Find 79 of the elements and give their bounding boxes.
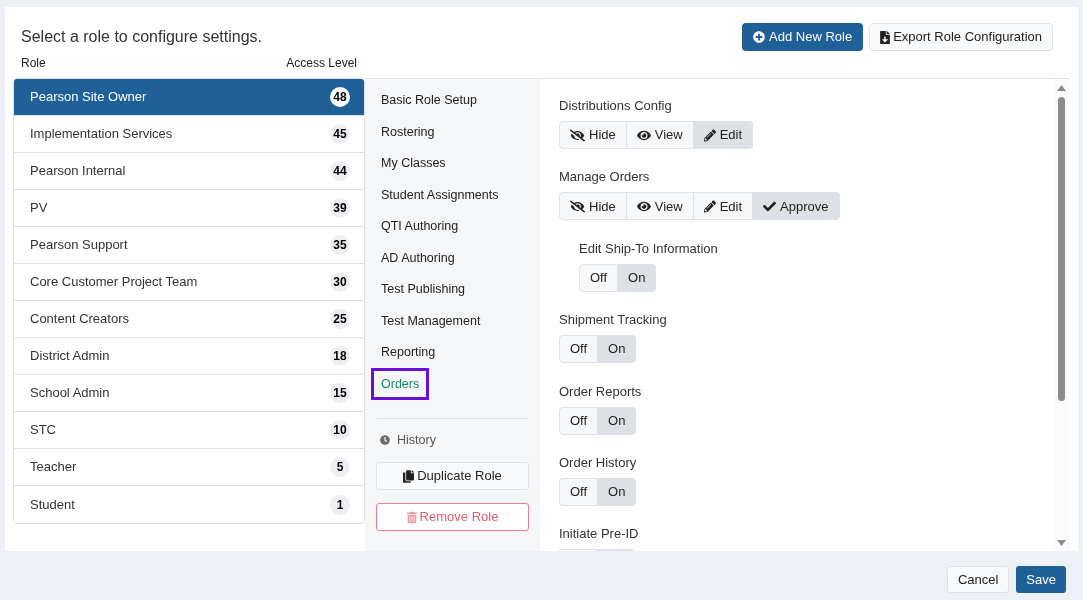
role-name: School Admin bbox=[30, 384, 110, 403]
role-name: STC bbox=[30, 421, 56, 440]
access-level-count: 5 bbox=[330, 457, 350, 477]
access-option[interactable]: Approve bbox=[753, 192, 840, 221]
settings-nav-link[interactable]: AD Authoring bbox=[371, 242, 465, 275]
role-row[interactable]: Pearson Site Owner 48 bbox=[14, 79, 364, 116]
access-level-count: 18 bbox=[330, 346, 350, 366]
role-name: Pearson Site Owner bbox=[30, 88, 147, 107]
add-role-button[interactable]: Add New Role bbox=[742, 23, 864, 51]
file-download-icon bbox=[880, 30, 891, 44]
role-name: Implementation Services bbox=[30, 125, 173, 144]
role-name: Core Customer Project Team bbox=[30, 273, 198, 292]
settings-nav-link[interactable]: Test Management bbox=[371, 305, 491, 338]
column-header: Role bbox=[21, 55, 46, 72]
access-option[interactable]: View bbox=[626, 192, 694, 221]
eye-icon bbox=[636, 128, 651, 142]
access-level-count: 1 bbox=[330, 494, 350, 515]
page-title: Select a role to configure settings. bbox=[21, 27, 263, 47]
access-level-count: 45 bbox=[330, 124, 350, 144]
role-name: Pearson Support bbox=[30, 236, 128, 255]
access-level-count: 35 bbox=[330, 235, 350, 255]
access-level-count: 44 bbox=[330, 161, 350, 181]
clock-icon bbox=[380, 435, 390, 445]
permission-label: Initiate Pre-ID bbox=[559, 526, 639, 543]
access-option[interactable]: View bbox=[626, 121, 694, 149]
scrollbar[interactable] bbox=[1056, 83, 1067, 547]
toggle-option[interactable]: On bbox=[618, 263, 657, 292]
settings-nav-link[interactable]: QTI Authoring bbox=[371, 210, 469, 243]
permission-label: Manage Orders bbox=[559, 169, 650, 186]
permission-label: Distributions Config bbox=[559, 98, 672, 114]
check-icon bbox=[763, 199, 777, 213]
toggle-option[interactable]: Off bbox=[559, 477, 599, 506]
role-name: PV bbox=[30, 199, 48, 218]
save-button[interactable]: Save bbox=[1016, 566, 1066, 593]
role-name: Pearson Internal bbox=[30, 162, 126, 181]
cancel-button[interactable]: Cancel bbox=[946, 566, 1010, 593]
access-option[interactable]: Edit bbox=[693, 121, 754, 149]
settings-nav-link[interactable]: Rostering bbox=[371, 116, 445, 149]
column-header: Access Level bbox=[286, 55, 357, 72]
toggle-option[interactable]: Off bbox=[559, 335, 599, 364]
access-option[interactable]: Hide bbox=[559, 192, 627, 221]
settings-nav-link[interactable]: Orders bbox=[371, 368, 430, 401]
export-button[interactable]: Export Role Configuration bbox=[869, 23, 1053, 51]
remove-role-button[interactable]: Remove Role bbox=[376, 503, 529, 531]
eye-slash-icon bbox=[570, 128, 585, 142]
eye-slash-icon bbox=[570, 199, 585, 213]
role-name: District Admin bbox=[30, 347, 110, 366]
access-level-count: 39 bbox=[330, 198, 350, 218]
role-name: Teacher bbox=[30, 458, 77, 477]
settings-nav-link[interactable]: Reporting bbox=[371, 336, 446, 369]
trash-icon bbox=[406, 510, 417, 524]
toggle-option[interactable]: On bbox=[598, 477, 637, 506]
toggle-option[interactable]: Off bbox=[559, 406, 599, 435]
access-level-count: 10 bbox=[330, 420, 350, 440]
toggle-option[interactable]: On bbox=[598, 406, 637, 435]
access-level-count: 30 bbox=[330, 272, 350, 292]
duplicate-role-button[interactable]: Duplicate Role bbox=[376, 462, 529, 490]
toggle-option[interactable]: Off bbox=[579, 263, 619, 292]
settings-nav-link[interactable]: Test Publishing bbox=[371, 273, 476, 306]
eye-icon bbox=[636, 199, 651, 213]
permission-label: Order History bbox=[559, 454, 637, 471]
pencil-icon bbox=[703, 128, 716, 142]
pencil-icon bbox=[703, 199, 716, 213]
permission-label: Edit Ship-To Information bbox=[579, 240, 718, 257]
access-option[interactable]: Hide bbox=[559, 121, 627, 149]
access-level-count: 25 bbox=[330, 309, 350, 329]
toggle-option[interactable]: On bbox=[598, 335, 637, 364]
settings-nav-link[interactable]: Student Assignments bbox=[371, 179, 509, 212]
role-name: Content Creators bbox=[30, 310, 129, 329]
access-level-count: 15 bbox=[330, 383, 350, 403]
settings-nav-link[interactable]: My Classes bbox=[371, 147, 456, 180]
permission-label: Shipment Tracking bbox=[559, 312, 667, 329]
access-option[interactable]: Edit bbox=[693, 192, 754, 221]
access-level-count: 48 bbox=[330, 87, 350, 107]
history-link[interactable]: History bbox=[397, 430, 436, 450]
copy-icon bbox=[403, 469, 415, 483]
role-name: Student bbox=[30, 495, 75, 514]
permission-label: Order Reports bbox=[559, 383, 642, 400]
settings-nav-link[interactable]: Basic Role Setup bbox=[371, 84, 487, 117]
